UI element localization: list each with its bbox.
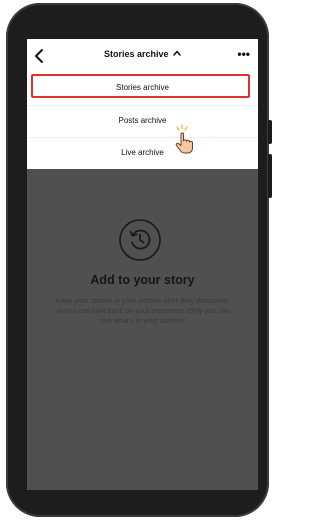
selection-highlight (31, 74, 250, 98)
archive-type-selector[interactable]: Stories archive (27, 49, 258, 59)
empty-state: Add to your story Keep your stories in y… (27, 169, 258, 490)
menu-item-label: Posts archive (118, 116, 167, 125)
menu-item-posts-archive[interactable]: Posts archive (27, 105, 258, 136)
top-bar: Stories archive ••• (27, 39, 258, 74)
phone-volume-button (268, 154, 272, 198)
empty-state-description: Keep your stories in your archive after … (54, 296, 231, 325)
more-horizontal-icon[interactable]: ••• (237, 47, 250, 61)
page-title: Stories archive (103, 49, 169, 59)
phone-side-button (268, 120, 272, 144)
empty-state-title: Add to your story (90, 273, 195, 287)
history-clock-icon (119, 219, 161, 261)
pointing-hand-icon (175, 124, 193, 154)
archive-dropdown-menu: Stories archive Posts archive Live archi… (27, 73, 258, 169)
phone-screen: Stories archive ••• Stories archive Post… (27, 39, 258, 490)
chevron-up-icon (173, 50, 181, 56)
menu-item-label: Live archive (121, 148, 164, 157)
menu-item-live-archive[interactable]: Live archive (27, 137, 258, 168)
